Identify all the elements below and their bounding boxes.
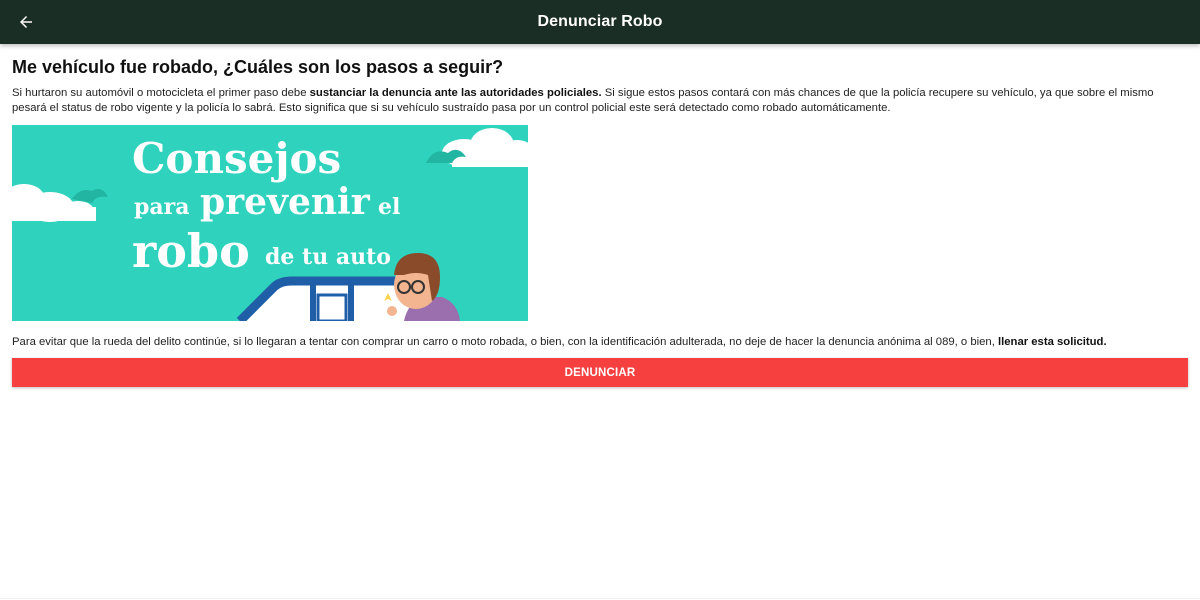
- request-link[interactable]: llenar esta solicitud.: [998, 336, 1107, 348]
- app-bar: Denunciar Robo: [0, 0, 1200, 44]
- banner-line2c: el: [378, 194, 400, 220]
- page-title: Denunciar Robo: [537, 13, 663, 30]
- article-heading: Me vehículo fue robado, ¿Cuáles son los …: [12, 57, 504, 77]
- advice-text: Para evitar que la rueda del delito cont…: [12, 336, 998, 348]
- banner-line2b: prevenir: [200, 181, 371, 223]
- intro-paragraph: Si hurtaron su automóvil o motocicleta e…: [12, 86, 1188, 115]
- denunciar-button[interactable]: DENUNCIAR: [12, 358, 1188, 387]
- advice-banner-image: Consejos para prevenir el robo de tu aut…: [12, 125, 528, 321]
- banner-line3b: de tu auto: [265, 244, 391, 270]
- banner-line1: Consejos: [132, 134, 341, 183]
- advice-paragraph: Para evitar que la rueda del delito cont…: [12, 335, 1188, 349]
- main-content: Me vehículo fue robado, ¿Cuáles son los …: [12, 44, 1188, 387]
- divider: [0, 598, 1200, 599]
- banner-line3a: robo: [132, 224, 250, 278]
- intro-text-bold: sustanciar la denuncia ante las autorida…: [309, 87, 602, 99]
- banner-line2a: para: [134, 194, 189, 220]
- intro-text-start: Si hurtaron su automóvil o motocicleta e…: [12, 87, 310, 99]
